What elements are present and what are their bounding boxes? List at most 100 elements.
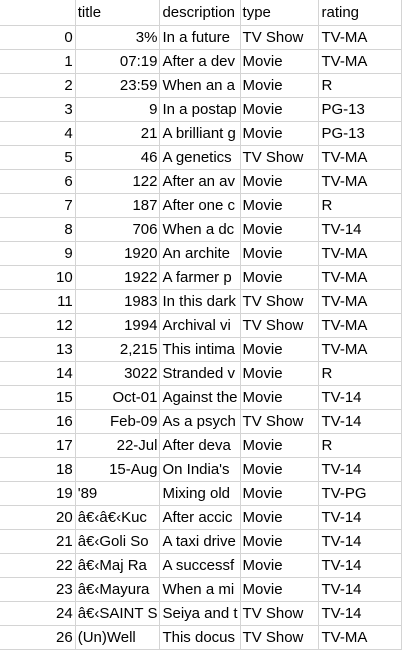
- description-cell[interactable]: After deva: [159, 433, 241, 458]
- rating-cell[interactable]: TV-14: [318, 601, 402, 626]
- type-cell[interactable]: Movie: [240, 97, 320, 122]
- title-cell[interactable]: â€‹Mayura: [75, 577, 161, 602]
- rating-cell[interactable]: TV-MA: [318, 49, 402, 74]
- row-index-cell[interactable]: 15: [0, 385, 76, 410]
- row-index-cell[interactable]: 5: [0, 145, 76, 170]
- type-cell[interactable]: Movie: [240, 385, 320, 410]
- row-index-cell[interactable]: 20: [0, 505, 76, 530]
- description-cell[interactable]: Stranded v: [159, 361, 241, 386]
- title-cell[interactable]: 2,215: [75, 337, 161, 362]
- rating-cell[interactable]: R: [318, 193, 402, 218]
- row-index-cell[interactable]: 23: [0, 577, 76, 602]
- description-cell[interactable]: This intima: [159, 337, 241, 362]
- title-cell[interactable]: 122: [75, 169, 161, 194]
- row-index-cell[interactable]: 11: [0, 289, 76, 314]
- description-cell[interactable]: In a future: [159, 25, 241, 50]
- rating-cell[interactable]: R: [318, 73, 402, 98]
- description-cell[interactable]: A farmer p: [159, 265, 241, 290]
- type-cell[interactable]: Movie: [240, 361, 320, 386]
- type-cell[interactable]: Movie: [240, 73, 320, 98]
- type-cell[interactable]: Movie: [240, 553, 320, 578]
- type-cell[interactable]: Movie: [240, 169, 320, 194]
- title-cell[interactable]: 46: [75, 145, 161, 170]
- type-cell[interactable]: Movie: [240, 337, 320, 362]
- title-cell[interactable]: 1983: [75, 289, 161, 314]
- rating-cell[interactable]: TV-14: [318, 409, 402, 434]
- rating-cell[interactable]: TV-MA: [318, 289, 402, 314]
- title-cell[interactable]: 187: [75, 193, 161, 218]
- rating-cell[interactable]: TV-MA: [318, 265, 402, 290]
- description-cell[interactable]: An archite: [159, 241, 241, 266]
- rating-cell[interactable]: TV-14: [318, 505, 402, 530]
- description-cell[interactable]: A successf: [159, 553, 241, 578]
- title-cell[interactable]: 1922: [75, 265, 161, 290]
- row-index-cell[interactable]: 14: [0, 361, 76, 386]
- title-cell[interactable]: 3%: [75, 25, 161, 50]
- title-cell[interactable]: â€‹SAINT S: [75, 601, 161, 626]
- title-cell[interactable]: 1994: [75, 313, 161, 338]
- description-cell[interactable]: Mixing old: [159, 481, 241, 506]
- row-index-cell[interactable]: 9: [0, 241, 76, 266]
- rating-cell[interactable]: TV-14: [318, 457, 402, 482]
- row-index-cell[interactable]: 3: [0, 97, 76, 122]
- row-index-cell[interactable]: 0: [0, 25, 76, 50]
- title-cell[interactable]: Oct-01: [75, 385, 161, 410]
- row-index-cell[interactable]: 17: [0, 433, 76, 458]
- rating-cell[interactable]: PG-13: [318, 121, 402, 146]
- rating-cell[interactable]: TV-14: [318, 529, 402, 554]
- title-cell[interactable]: 07:19: [75, 49, 161, 74]
- rating-cell[interactable]: TV-14: [318, 385, 402, 410]
- description-cell[interactable]: When an a: [159, 73, 241, 98]
- type-cell[interactable]: TV Show: [240, 145, 320, 170]
- row-index-cell[interactable]: 22: [0, 553, 76, 578]
- title-cell[interactable]: 15-Aug: [75, 457, 161, 482]
- rating-cell[interactable]: R: [318, 361, 402, 386]
- title-header-cell[interactable]: title: [75, 0, 161, 26]
- title-cell[interactable]: 23:59: [75, 73, 161, 98]
- type-cell[interactable]: TV Show: [240, 625, 320, 650]
- description-cell[interactable]: Against the: [159, 385, 241, 410]
- type-cell[interactable]: Movie: [240, 529, 320, 554]
- type-cell[interactable]: Movie: [240, 121, 320, 146]
- row-index-cell[interactable]: 6: [0, 169, 76, 194]
- description-cell[interactable]: In a postap: [159, 97, 241, 122]
- type-cell[interactable]: TV Show: [240, 289, 320, 314]
- row-index-cell[interactable]: 1: [0, 49, 76, 74]
- title-cell[interactable]: '89: [75, 481, 161, 506]
- rating-cell[interactable]: R: [318, 433, 402, 458]
- type-cell[interactable]: TV Show: [240, 409, 320, 434]
- title-cell[interactable]: Feb-09: [75, 409, 161, 434]
- title-cell[interactable]: â€‹Goli So: [75, 529, 161, 554]
- type-cell[interactable]: Movie: [240, 241, 320, 266]
- type-cell[interactable]: TV Show: [240, 601, 320, 626]
- row-index-cell[interactable]: 18: [0, 457, 76, 482]
- description-cell[interactable]: After an av: [159, 169, 241, 194]
- rating-cell[interactable]: TV-MA: [318, 241, 402, 266]
- row-index-cell[interactable]: 7: [0, 193, 76, 218]
- description-cell[interactable]: As a psych: [159, 409, 241, 434]
- rating-cell[interactable]: TV-MA: [318, 145, 402, 170]
- type-cell[interactable]: Movie: [240, 457, 320, 482]
- title-cell[interactable]: 21: [75, 121, 161, 146]
- row-index-cell[interactable]: 24: [0, 601, 76, 626]
- row-index-cell[interactable]: 21: [0, 529, 76, 554]
- description-cell[interactable]: After one c: [159, 193, 241, 218]
- title-cell[interactable]: 22-Jul: [75, 433, 161, 458]
- type-cell[interactable]: Movie: [240, 49, 320, 74]
- row-index-cell[interactable]: 19: [0, 481, 76, 506]
- type-cell[interactable]: Movie: [240, 505, 320, 530]
- title-cell[interactable]: 3022: [75, 361, 161, 386]
- title-cell[interactable]: â€‹â€‹Kuc: [75, 505, 161, 530]
- description-cell[interactable]: When a mi: [159, 577, 241, 602]
- rating-cell[interactable]: TV-14: [318, 577, 402, 602]
- title-cell[interactable]: 706: [75, 217, 161, 242]
- row-index-cell[interactable]: 12: [0, 313, 76, 338]
- description-header-cell[interactable]: description: [159, 0, 241, 26]
- type-cell[interactable]: TV Show: [240, 313, 320, 338]
- description-cell[interactable]: After accic: [159, 505, 241, 530]
- row-index-cell[interactable]: 4: [0, 121, 76, 146]
- type-cell[interactable]: Movie: [240, 481, 320, 506]
- index-header-cell[interactable]: [0, 0, 76, 26]
- rating-cell[interactable]: TV-14: [318, 217, 402, 242]
- title-cell[interactable]: 9: [75, 97, 161, 122]
